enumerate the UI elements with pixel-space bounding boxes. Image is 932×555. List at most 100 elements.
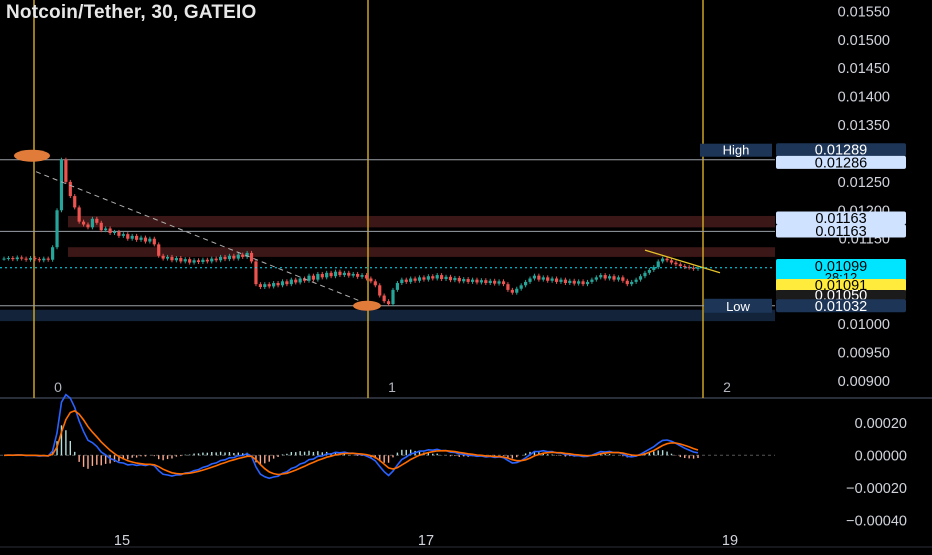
candle-body bbox=[11, 258, 15, 260]
candle-body bbox=[28, 258, 33, 260]
candle-body bbox=[462, 279, 466, 282]
candle-body bbox=[386, 301, 391, 305]
candle-body bbox=[559, 279, 563, 282]
candle-body bbox=[258, 284, 262, 288]
candle-body bbox=[466, 279, 470, 282]
macd-y-tick-0.00020: 0.00020 bbox=[855, 416, 907, 432]
candle-body bbox=[214, 258, 218, 261]
x-tick-17: 17 bbox=[418, 533, 434, 549]
candle-body bbox=[148, 238, 152, 242]
candle-body bbox=[179, 258, 183, 262]
candle-body bbox=[126, 234, 130, 239]
candle-body bbox=[241, 254, 245, 257]
candle-body bbox=[210, 258, 214, 262]
candle-body bbox=[152, 238, 156, 245]
price-badge-0.01286: 0.01286 bbox=[815, 155, 867, 171]
candle-body bbox=[369, 278, 373, 282]
candle-body bbox=[364, 275, 369, 279]
signal-line bbox=[3, 409, 699, 476]
candle-body bbox=[652, 267, 656, 270]
candle-body bbox=[338, 271, 342, 276]
candle-body bbox=[90, 218, 95, 228]
price-chart-svg[interactable]: 0 1 2 0.01550 0.01500 0.01450 0.01400 0.01350 0.… bbox=[0, 0, 932, 550]
candle-body bbox=[351, 273, 355, 276]
candle-body bbox=[24, 258, 28, 260]
candle-body bbox=[263, 284, 267, 288]
high-tag-label: High bbox=[723, 143, 750, 158]
candle-body bbox=[329, 272, 333, 277]
candle-body bbox=[130, 235, 134, 239]
candle-body bbox=[112, 231, 117, 234]
candle-body bbox=[484, 280, 488, 284]
zone-resistance-0 bbox=[68, 215, 775, 228]
candle-body bbox=[506, 284, 510, 290]
candle-body bbox=[625, 280, 629, 285]
candle-body bbox=[568, 280, 572, 284]
candle-body bbox=[223, 256, 227, 260]
candle-body bbox=[170, 256, 174, 261]
candle-body bbox=[678, 264, 682, 266]
candle-body bbox=[174, 258, 178, 261]
candle-body bbox=[541, 277, 545, 280]
candle-body bbox=[51, 247, 55, 260]
candle-body bbox=[196, 260, 201, 263]
candle-body bbox=[475, 279, 479, 283]
candle-body bbox=[333, 271, 338, 277]
chart-area[interactable]: 0 1 2 0.01550 0.01500 0.01450 0.01400 0.01350 0.… bbox=[0, 0, 932, 550]
candle-body bbox=[554, 278, 559, 282]
candle-body bbox=[232, 255, 236, 259]
x-tick-19: 19 bbox=[722, 533, 738, 549]
candle-body bbox=[201, 259, 205, 263]
candle-body bbox=[550, 278, 554, 281]
candle-body bbox=[426, 276, 430, 280]
candle-body bbox=[457, 277, 461, 282]
candle-body bbox=[254, 261, 258, 285]
candle-body bbox=[139, 237, 143, 240]
candle-body bbox=[647, 269, 651, 273]
candle-body bbox=[519, 285, 523, 289]
candle-body bbox=[409, 278, 413, 282]
y-tick-0.01500: 0.01500 bbox=[838, 33, 890, 49]
candle-body bbox=[42, 258, 46, 261]
x-tick-15: 15 bbox=[114, 533, 130, 549]
candle-body bbox=[510, 289, 514, 293]
candle-body bbox=[298, 278, 302, 283]
candle-body bbox=[289, 279, 293, 285]
candle-body bbox=[46, 258, 50, 260]
candle-body bbox=[422, 277, 426, 280]
candle-body bbox=[634, 279, 638, 282]
candle-body bbox=[440, 275, 444, 280]
macd-y-tick-−0.00020: −0.00020 bbox=[846, 481, 907, 497]
y-tick-0.00900: 0.00900 bbox=[838, 374, 890, 390]
candle-body bbox=[431, 276, 435, 279]
candle-body bbox=[501, 281, 506, 285]
candle-body bbox=[64, 159, 68, 182]
candle-body bbox=[488, 280, 492, 284]
candle-body bbox=[33, 258, 37, 260]
candle-body bbox=[391, 289, 395, 305]
candle-body bbox=[294, 279, 298, 283]
candle-body bbox=[104, 228, 108, 231]
candle-body bbox=[143, 237, 148, 242]
y-tick-0.01250: 0.01250 bbox=[838, 175, 890, 191]
price-badge-0.01163-b: 0.01163 bbox=[815, 224, 866, 240]
candle-body bbox=[121, 234, 125, 236]
candle-body bbox=[581, 281, 585, 285]
candle-body bbox=[656, 261, 660, 268]
dashed-trendline bbox=[35, 171, 363, 303]
candle-body bbox=[382, 295, 386, 302]
candle-body bbox=[15, 257, 19, 260]
candle-body bbox=[528, 278, 532, 282]
candle-body bbox=[453, 277, 457, 281]
candle-body bbox=[20, 257, 24, 259]
candle-body bbox=[86, 224, 90, 228]
candle-body bbox=[594, 277, 598, 280]
candle-body bbox=[577, 281, 581, 284]
low-price-badge: 0.01032 bbox=[815, 299, 867, 315]
candle-body bbox=[2, 258, 6, 260]
candle-body bbox=[413, 278, 417, 281]
candle-body bbox=[6, 258, 11, 260]
candle-body bbox=[612, 276, 616, 280]
y-tick-0.01450: 0.01450 bbox=[838, 61, 890, 77]
candle-body bbox=[280, 281, 285, 286]
